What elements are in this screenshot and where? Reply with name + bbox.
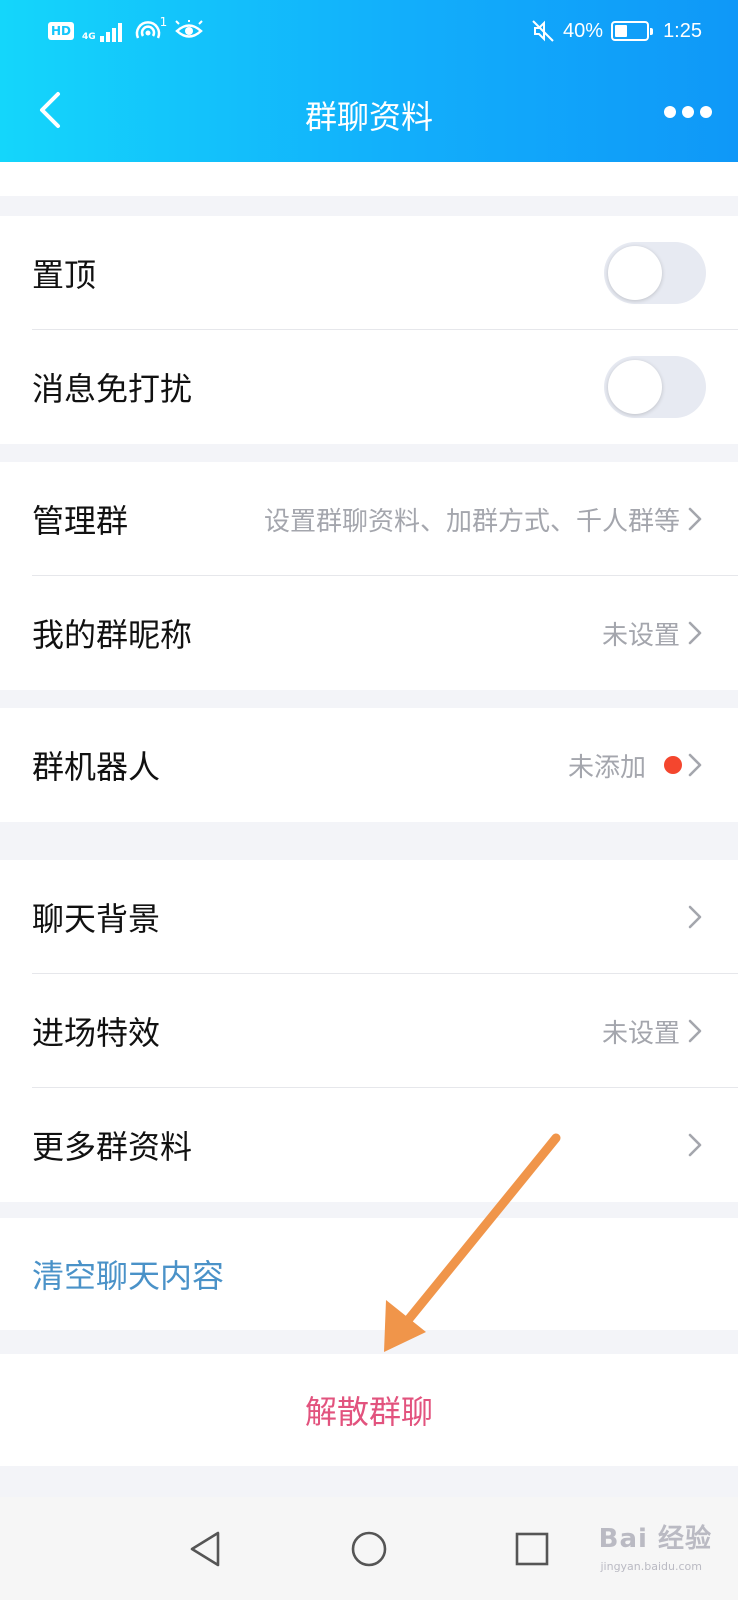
group-robot: 群机器人 未添加	[0, 708, 738, 822]
row-manage-group[interactable]: 管理群 设置群聊资料、加群方式、千人群等	[0, 462, 738, 576]
pin-top-toggle[interactable]	[604, 242, 706, 304]
battery-level	[615, 25, 628, 37]
mute-icon	[532, 20, 554, 42]
clock: 1:25	[663, 19, 702, 42]
row-my-nickname[interactable]: 我的群昵称 未设置	[0, 576, 738, 690]
eye-icon	[175, 20, 204, 38]
group-robot-label: 群机器人	[32, 748, 161, 786]
home-circle-icon[interactable]	[347, 1527, 391, 1571]
signal-group: 4G	[82, 20, 126, 42]
chevron-right-icon	[688, 905, 702, 929]
hotspot-count: 1	[159, 15, 168, 29]
more-info-label: 更多群资料	[32, 1128, 193, 1166]
row-more-info[interactable]: 更多群资料	[0, 1088, 738, 1202]
chevron-right-icon	[688, 1133, 702, 1157]
chevron-right-icon	[688, 753, 702, 777]
back-triangle-icon[interactable]	[184, 1527, 228, 1571]
chevron-right-icon	[688, 621, 702, 645]
more-dot-icon	[682, 106, 694, 118]
recents-square-icon[interactable]	[510, 1527, 554, 1571]
manage-group-value: 设置群聊资料、加群方式、千人群等	[263, 506, 680, 537]
watermark-logo: Bai 经验	[598, 1524, 712, 1554]
my-nickname-value: 未设置	[601, 620, 680, 651]
status-right: 40% 1:25	[531, 16, 702, 46]
dnd-label: 消息免打扰	[32, 370, 193, 408]
row-dnd: 消息免打扰	[0, 330, 738, 444]
group-robot-value: 未添加	[567, 752, 646, 783]
chat-background-label: 聊天背景	[32, 900, 161, 938]
battery-icon	[611, 21, 654, 41]
nav-bar: 群聊资料	[0, 64, 738, 162]
my-nickname-label: 我的群昵称	[32, 616, 193, 654]
group-manage: 管理群 设置群聊资料、加群方式、千人群等 我的群昵称 未设置	[0, 462, 738, 690]
more-button[interactable]	[656, 90, 720, 134]
status-bar: HD 4G 1 40% 1:25	[0, 0, 738, 64]
more-dot-icon	[664, 106, 676, 118]
group-clear: 清空聊天内容	[0, 1218, 738, 1330]
network-type: 4G	[82, 32, 96, 42]
pin-top-label: 置顶	[32, 256, 97, 294]
row-pin-top: 置顶	[0, 216, 738, 330]
group-dissolve: 解散群聊	[0, 1354, 738, 1466]
new-badge-dot	[664, 756, 682, 774]
manage-group-label: 管理群	[32, 502, 129, 540]
toggle-knob	[608, 246, 662, 300]
watermark-url: jingyan.baidu.com	[600, 1560, 702, 1573]
dnd-toggle[interactable]	[604, 356, 706, 418]
row-entry-effect[interactable]: 进场特效 未设置	[0, 974, 738, 1088]
dissolve-group-button[interactable]: 解散群聊	[0, 1354, 738, 1466]
battery-percent: 40%	[563, 19, 604, 42]
signal-icon	[99, 23, 122, 42]
page-title: 群聊资料	[304, 98, 433, 136]
status-left: HD 4G 1	[48, 15, 204, 46]
group-toggles: 置顶 消息免打扰	[0, 216, 738, 444]
group-more: 聊天背景 进场特效 未设置 更多群资料	[0, 860, 738, 1202]
row-chat-background[interactable]: 聊天背景	[0, 860, 738, 974]
header-spacer	[0, 162, 738, 196]
clear-chat-button[interactable]: 清空聊天内容	[0, 1218, 738, 1330]
row-group-robot[interactable]: 群机器人 未添加	[0, 708, 738, 822]
entry-effect-label: 进场特效	[32, 1014, 161, 1052]
toggle-knob	[608, 360, 662, 414]
entry-effect-value: 未设置	[601, 1018, 680, 1049]
header: HD 4G 1 40% 1:25 群聊资料	[0, 0, 738, 162]
chevron-right-icon	[688, 507, 702, 531]
more-dot-icon	[700, 106, 712, 118]
hd-badge: HD	[48, 22, 75, 40]
chevron-right-icon	[688, 1019, 702, 1043]
hotspot-icon	[135, 21, 160, 39]
